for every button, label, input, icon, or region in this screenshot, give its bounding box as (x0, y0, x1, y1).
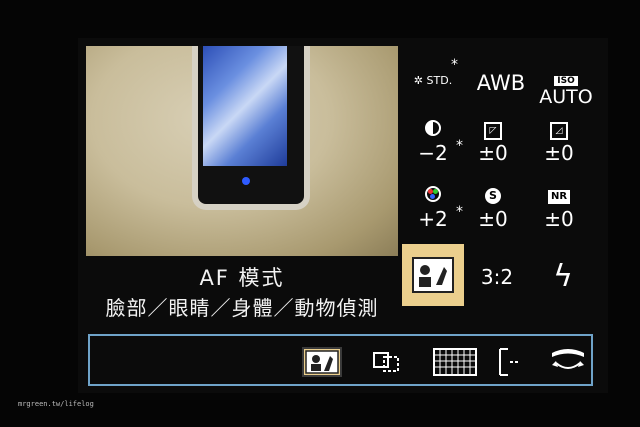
shadow-icon: ◿ (550, 122, 568, 140)
photo-style-label: STD. (426, 74, 453, 87)
flash-icon: ϟ (553, 259, 573, 294)
shadow-button[interactable]: ◿ ±0 (530, 120, 588, 178)
af-option-tracking[interactable] (370, 347, 410, 377)
1-area-icon (552, 349, 584, 369)
af-option-225-area[interactable] (432, 347, 478, 377)
highlight-button[interactable]: ◸ ±0 (464, 120, 522, 178)
sharpness-icon: S (485, 188, 501, 204)
white-balance-button[interactable]: AWB (472, 54, 530, 112)
preview-subject-phone (192, 46, 310, 210)
shadow-value: ±0 (544, 141, 574, 165)
af-option-zone[interactable] (496, 347, 526, 377)
iso-tag: ISO (554, 76, 578, 86)
highlight-value: ±0 (478, 141, 508, 165)
face-animal-detect-icon (305, 350, 339, 374)
aspect-ratio-button[interactable]: 3:2 (468, 248, 526, 306)
af-mode-quick-button[interactable] (402, 244, 464, 306)
iso-button[interactable]: ISO AUTO (537, 54, 595, 112)
zone-icon (499, 348, 518, 376)
af-mode-option-bar (88, 334, 593, 386)
phone-dot (242, 177, 250, 185)
af-option-1-area[interactable] (548, 347, 588, 377)
225-area-icon (433, 348, 477, 376)
sharpness-value: ±0 (478, 207, 508, 231)
tracking-icon (373, 352, 399, 372)
af-mode-description: 臉部／眼睛／身體／動物偵測 (105, 296, 379, 320)
watermark: mrgreen.tw/lifelog (18, 400, 94, 408)
contrast-value: −2 (418, 141, 448, 165)
face-animal-detect-icon (412, 257, 454, 293)
contrast-modified-star: * (456, 138, 463, 154)
iso-value: AUTO (539, 86, 593, 108)
photo-style-modified-star: * (451, 57, 458, 73)
af-option-face-animal-detect[interactable] (302, 347, 342, 377)
highlight-icon: ◸ (484, 122, 502, 140)
photo-style-icon: ✲ (413, 74, 424, 87)
contrast-icon (425, 120, 441, 136)
saturation-value: +2 (418, 207, 448, 231)
aspect-ratio-label: 3:2 (480, 265, 514, 289)
noise-reduction-button[interactable]: NR ±0 (530, 186, 588, 244)
flash-button[interactable]: ϟ (534, 248, 592, 306)
noise-reduction-icon: NR (547, 190, 571, 204)
saturation-button[interactable]: +2 (404, 186, 462, 244)
saturation-icon (425, 186, 441, 202)
noise-reduction-value: ±0 (544, 207, 574, 231)
white-balance-label: AWB (476, 71, 526, 95)
contrast-button[interactable]: −2 (404, 120, 462, 178)
phone-display (203, 46, 287, 166)
live-view-preview (86, 46, 398, 256)
saturation-modified-star: * (456, 204, 463, 220)
sharpness-button[interactable]: S ±0 (464, 186, 522, 244)
af-mode-title: AF 模式 (199, 266, 285, 290)
